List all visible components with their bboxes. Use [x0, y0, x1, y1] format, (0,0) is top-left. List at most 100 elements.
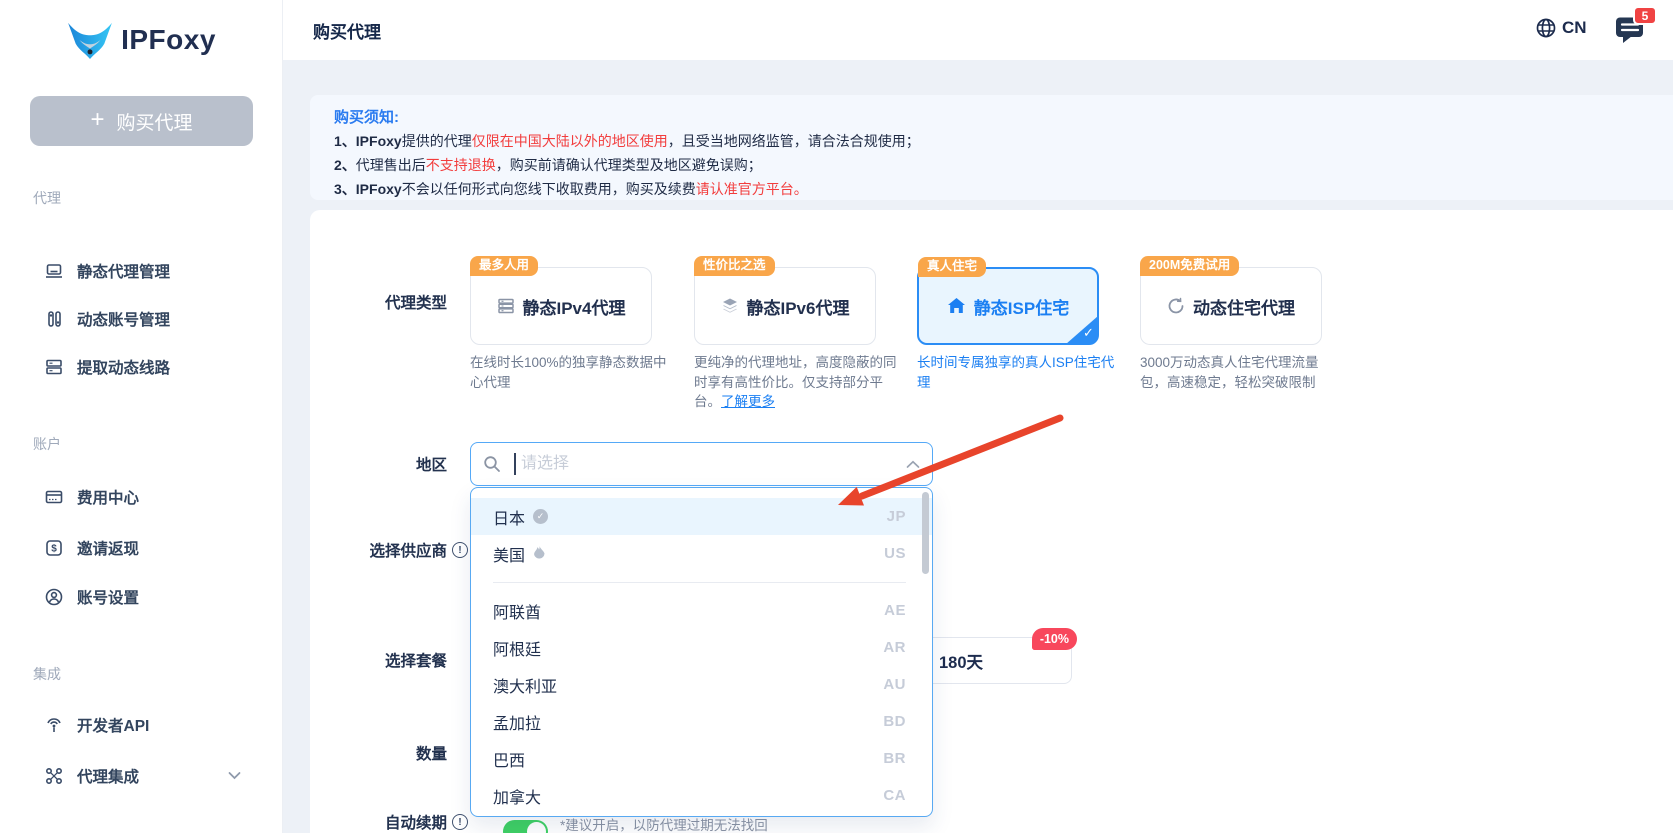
- region-name: 阿联酋: [493, 604, 542, 622]
- notice-number: 2、: [334, 157, 356, 173]
- region-name: 阿根廷: [493, 641, 542, 659]
- region-code: AU: [883, 676, 906, 693]
- region-option-ar[interactable]: 阿根廷 AR: [471, 629, 932, 666]
- region-option-us[interactable]: 美国 US: [471, 535, 932, 572]
- notice-warning-text: 仅限在中国大陆以外的地区使用: [471, 133, 668, 149]
- sidebar-item-developer-api[interactable]: 开发者API: [44, 714, 149, 736]
- region-option-br[interactable]: 巴西 BR: [471, 740, 932, 777]
- learn-more-link[interactable]: 了解更多: [721, 394, 775, 409]
- proxy-card-isp[interactable]: 真人住宅 静态ISP住宅 ✓: [917, 257, 1099, 345]
- region-code: AE: [884, 602, 906, 619]
- app-logo: IPFoxy: [0, 20, 283, 60]
- proxy-card-ipv4[interactable]: 最多人用 静态IPv4代理: [470, 256, 652, 345]
- layers-icon: [722, 298, 737, 313]
- credit-card-icon: [45, 490, 63, 504]
- notice-line-1: 1、IPFoxy提供的代理仅限在中国大陆以外的地区使用，且受当地网络监管，请合法…: [334, 131, 920, 151]
- region-option-au[interactable]: 澳大利亚 AU: [471, 666, 932, 703]
- region-code: AR: [883, 639, 906, 656]
- notice-warning-text: 请认准官方平台。: [695, 181, 808, 197]
- sidebar-item-label: 代理集成: [77, 769, 140, 786]
- region-name: 美国: [493, 547, 526, 565]
- dropdown-scrollbar[interactable]: [922, 492, 929, 574]
- auto-renew-toggle[interactable]: [503, 820, 548, 833]
- card-title: 动态住宅代理: [1193, 298, 1295, 318]
- proxy-type-label: 代理类型: [384, 295, 447, 312]
- notice-number: 3、: [334, 181, 356, 197]
- notice-line-2: 2、代理售出后不支持退换，购买前请确认代理类型及地区避免误购；: [334, 155, 762, 175]
- nav-section-proxy: 代理: [33, 190, 61, 206]
- fox-logo-icon: [68, 22, 112, 60]
- sidebar-item-extract-lines[interactable]: 提取动态线路: [44, 356, 170, 378]
- buy-proxy-button[interactable]: + 购买代理: [30, 96, 253, 146]
- proxy-card-dynamic[interactable]: 200M免费试用 动态住宅代理: [1140, 256, 1322, 345]
- notice-text: ，购买前请确认代理类型及地区避免误购；: [495, 157, 762, 173]
- globe-icon: [1536, 18, 1556, 38]
- notice-text: 代理售出后: [355, 157, 426, 173]
- main-content: 购买须知: 1、IPFoxy提供的代理仅限在中国大陆以外的地区使用，且受当地网络…: [283, 60, 1673, 833]
- sidebar-item-billing[interactable]: 费用中心: [44, 486, 139, 508]
- svg-text:$: $: [51, 544, 57, 555]
- page-title: 购买代理: [313, 22, 381, 42]
- sliders-icon: [48, 311, 61, 327]
- chevron-down-icon[interactable]: [228, 771, 241, 780]
- sidebar-item-proxy-integration[interactable]: 代理集成: [44, 765, 139, 787]
- region-code: US: [884, 545, 906, 562]
- toggle-knob: [527, 822, 546, 833]
- region-option-jp[interactable]: 日本 ✓ JP: [471, 498, 932, 535]
- notice-title: 购买须知:: [334, 109, 399, 126]
- card-title: 静态ISP住宅: [973, 298, 1070, 318]
- sidebar: IPFoxy + 购买代理 代理 静态代理管理 动态账号管理 提取动态线路 账户…: [0, 0, 283, 833]
- sidebar-item-label: 动态账号管理: [77, 312, 171, 329]
- region-name: 日本: [493, 510, 526, 528]
- sidebar-item-account-settings[interactable]: 账号设置: [44, 586, 139, 608]
- nav-section-integration: 集成: [33, 666, 61, 682]
- region-option-ca[interactable]: 加拿大 CA: [471, 777, 932, 814]
- logo-text: IPFoxy: [121, 24, 216, 55]
- plus-icon: +: [90, 106, 105, 133]
- info-icon[interactable]: !: [452, 814, 468, 830]
- user-icon: [45, 588, 63, 606]
- dropdown-divider: [493, 582, 906, 583]
- sidebar-item-label: 费用中心: [77, 490, 140, 507]
- card-badge: 最多人用: [470, 256, 539, 276]
- top-header: 购买代理 CN 5: [283, 0, 1673, 60]
- region-code: BD: [883, 713, 906, 730]
- sidebar-item-label: 开发者API: [77, 718, 150, 735]
- card-badge: 性价比之选: [694, 256, 775, 276]
- region-option-bd[interactable]: 孟加拉 BD: [471, 703, 932, 740]
- language-switcher[interactable]: CN: [1535, 17, 1587, 39]
- antenna-icon: [47, 718, 61, 732]
- card-badge: 真人住宅: [918, 257, 987, 277]
- notice-text: 提供的代理: [401, 133, 472, 149]
- region-search-input[interactable]: [470, 442, 933, 486]
- region-label: 地区: [415, 457, 447, 474]
- notice-number: 1、: [334, 133, 356, 149]
- card-badge: 200M免费试用: [1140, 256, 1240, 276]
- dollar-icon: $: [46, 540, 62, 556]
- text-caret: [514, 453, 516, 475]
- sidebar-item-referral[interactable]: $ 邀请返现: [44, 537, 139, 559]
- server-stack-icon: [497, 298, 514, 314]
- server-icon: [46, 359, 62, 375]
- region-name: 加拿大: [493, 789, 542, 807]
- discount-badge: -10%: [1031, 628, 1077, 650]
- purchase-notice: 购买须知: 1、IPFoxy提供的代理仅限在中国大陆以外的地区使用，且受当地网络…: [310, 95, 1673, 200]
- sidebar-item-label: 静态代理管理: [77, 264, 171, 281]
- proxy-card-ipv6[interactable]: 性价比之选 静态IPv6代理: [694, 256, 876, 345]
- notice-text: 不会以任何形式向您线下收取费用，购买及续费: [401, 181, 696, 197]
- region-name: 巴西: [493, 752, 526, 770]
- language-label: CN: [1562, 18, 1587, 37]
- card-desc-dynamic: 3000万动态真人住宅代理流量包，高速稳定，轻松突破限制: [1140, 355, 1319, 390]
- search-icon: [484, 456, 500, 472]
- chevron-up-icon[interactable]: [906, 460, 920, 469]
- region-option-ae[interactable]: 阿联酋 AE: [471, 592, 932, 629]
- card-desc-ipv4: 在线时长100%的独享静态数据中心代理: [470, 355, 667, 390]
- selected-check-icon: ✓: [1066, 316, 1098, 344]
- info-icon[interactable]: !: [452, 542, 468, 558]
- buy-proxy-button-label: 购买代理: [116, 112, 193, 134]
- region-dropdown: 日本 ✓ JP 美国 US 阿联酋 AE 阿根廷 AR 澳大利亚 AU 孟加拉 …: [470, 487, 933, 817]
- chat-unread-badge: 5: [1633, 6, 1657, 25]
- sidebar-item-static-proxy[interactable]: 静态代理管理: [44, 260, 170, 282]
- sidebar-item-label: 提取动态线路: [77, 360, 171, 377]
- sidebar-item-dynamic-account[interactable]: 动态账号管理: [44, 308, 170, 330]
